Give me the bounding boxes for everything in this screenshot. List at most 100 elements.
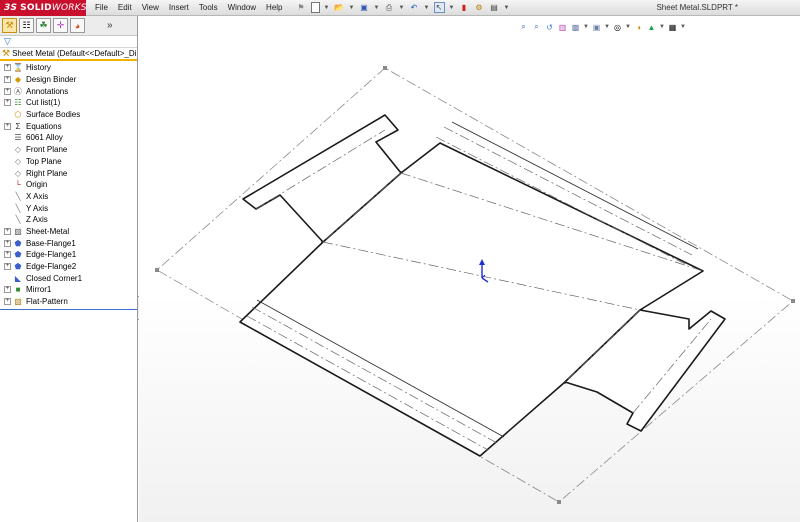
view-orientation-chevron-icon[interactable]: ▼ — [583, 22, 589, 33]
expand-icon[interactable]: + — [4, 87, 11, 95]
display-style-icon[interactable]: ▣ — [591, 22, 602, 33]
tree-item-material[interactable]: ☰ 6061 Alloy — [0, 132, 137, 144]
menu-bar: File Edit View Insert Tools Window Help — [90, 0, 288, 16]
material-icon: ☰ — [14, 133, 22, 143]
closed-corner-icon: ◣ — [14, 273, 22, 283]
title-bar: 3S SOLID WORKS File Edit View Insert Tools… — [0, 0, 800, 16]
tree-item-flat-pattern[interactable]: + ▧ Flat-Pattern — [0, 296, 137, 308]
tree-item-edge-flange2[interactable]: + ⬟ Edge-Flange2 — [0, 261, 137, 273]
annotations-icon: Ⓐ — [14, 86, 22, 96]
sketch-point — [791, 299, 795, 303]
feature-manager-tab-icon[interactable]: ⚒ — [2, 18, 17, 33]
hide-show-chevron-icon[interactable]: ▼ — [625, 22, 631, 33]
tree-item-annotations[interactable]: + Ⓐ Annotations — [0, 85, 137, 97]
plane-icon: ◇ — [14, 145, 22, 155]
tree-item-top-plane[interactable]: ◇ Top Plane — [0, 156, 137, 168]
base-flange-icon: ⬟ — [14, 238, 22, 248]
layout-icon[interactable]: ▤ — [489, 2, 500, 13]
previous-view-icon[interactable]: ↺ — [544, 22, 555, 33]
zoom-to-fit-icon[interactable]: ⌕ — [518, 22, 529, 33]
expand-icon[interactable]: + — [4, 251, 11, 259]
display-manager-tab-icon[interactable]: ◕ — [70, 18, 85, 33]
tree-item-y-axis[interactable]: ╲ Y Axis — [0, 202, 137, 214]
sheet-metal-icon: ▨ — [14, 226, 22, 236]
tree-item-edge-flange1[interactable]: + ⬟ Edge-Flange1 — [0, 249, 137, 261]
menu-window[interactable]: Window — [223, 0, 261, 16]
hide-show-icon[interactable]: ◎ — [612, 22, 623, 33]
undo-icon[interactable]: ↶ — [409, 2, 420, 13]
undo-dropdown-chevron-icon[interactable]: ▼ — [424, 2, 430, 13]
select-arrow-icon[interactable]: ↖ — [433, 2, 445, 13]
dimxpert-manager-tab-icon[interactable]: ✛ — [53, 18, 68, 33]
surface-bodies-icon: ⬠ — [14, 110, 22, 120]
view-settings-icon[interactable]: ▦ — [667, 22, 678, 33]
edge-flange-icon: ⬟ — [14, 250, 22, 260]
traffic-light-icon[interactable]: ▮ — [459, 2, 470, 13]
apply-scene-chevron-icon[interactable]: ▼ — [659, 22, 665, 33]
filter-icon[interactable]: ▽ — [4, 36, 11, 47]
tree-item-right-plane[interactable]: ◇ Right Plane — [0, 167, 137, 179]
tree-item-history[interactable]: + ⌛ History — [0, 62, 137, 74]
display-style-chevron-icon[interactable]: ▼ — [604, 22, 610, 33]
sketch-point — [155, 268, 159, 272]
view-settings-chevron-icon[interactable]: ▼ — [680, 22, 686, 33]
tree-item-cut-list[interactable]: + ☷ Cut list(1) — [0, 97, 137, 109]
menu-view[interactable]: View — [137, 0, 164, 16]
axis-icon: ╲ — [15, 191, 21, 201]
menu-edit[interactable]: Edit — [113, 0, 137, 16]
print-dropdown-chevron-icon[interactable]: ▼ — [399, 2, 405, 13]
new-document-icon[interactable] — [310, 2, 320, 13]
view-orientation-icon[interactable]: ▩ — [570, 22, 581, 33]
tree-item-x-axis[interactable]: ╲ X Axis — [0, 191, 137, 203]
tree-item-mirror1[interactable]: + ■ Mirror1 — [0, 284, 137, 296]
print-icon[interactable]: ⎙ — [384, 2, 395, 13]
tree-item-front-plane[interactable]: ◇ Front Plane — [0, 144, 137, 156]
design-binder-icon: ◆ — [14, 75, 22, 85]
graphics-area[interactable] — [139, 16, 800, 522]
tree-item-origin[interactable]: └ Origin — [0, 179, 137, 191]
expand-icon[interactable]: + — [4, 239, 11, 247]
expand-icon[interactable]: + — [4, 263, 11, 271]
open-dropdown-chevron-icon[interactable]: ▼ — [349, 2, 355, 13]
property-manager-tab-icon[interactable]: ☷ — [19, 18, 34, 33]
configuration-manager-tab-icon[interactable]: ☘ — [36, 18, 51, 33]
expand-icon[interactable]: + — [4, 64, 11, 72]
save-icon[interactable]: ▣ — [359, 2, 370, 13]
origin-icon: └ — [15, 180, 21, 190]
feature-tree: + ⌛ History + ◆ Design Binder + Ⓐ Annotations … — [0, 61, 137, 307]
expand-icon[interactable]: + — [4, 227, 11, 235]
options-icon[interactable]: ⚙ — [474, 2, 485, 13]
select-dropdown-chevron-icon[interactable]: ▼ — [449, 2, 455, 13]
expand-icon[interactable]: + — [4, 122, 11, 130]
apply-scene-icon[interactable]: ▲ — [646, 22, 657, 33]
save-dropdown-chevron-icon[interactable]: ▼ — [374, 2, 380, 13]
expand-icon[interactable]: + — [4, 286, 11, 294]
solidworks-logo[interactable]: 3S SOLID WORKS — [0, 0, 87, 16]
expand-icon[interactable]: + — [4, 76, 11, 84]
open-folder-icon[interactable]: 📂 — [334, 2, 345, 13]
expand-icon[interactable]: + — [4, 99, 11, 107]
edit-appearance-icon[interactable]: ◑ — [633, 22, 644, 33]
more-tabs-chevron-icon[interactable]: » — [107, 20, 113, 31]
tree-item-base-flange1[interactable]: + ⬟ Base-Flange1 — [0, 237, 137, 249]
sketch-point — [557, 500, 561, 504]
section-view-icon[interactable]: ▥ — [557, 22, 568, 33]
layout-dropdown-chevron-icon[interactable]: ▼ — [504, 2, 510, 13]
zoom-to-area-icon[interactable]: ⌕ — [531, 22, 542, 33]
tree-item-equations[interactable]: + Σ Equations — [0, 120, 137, 132]
expand-icon[interactable]: + — [4, 298, 11, 306]
flat-pattern-outline — [239, 114, 726, 457]
tree-item-sheet-metal[interactable]: + ▨ Sheet-Metal — [0, 226, 137, 238]
tree-item-surface-bodies[interactable]: ⬠ Surface Bodies — [0, 109, 137, 121]
new-dropdown-chevron-icon[interactable]: ▼ — [324, 2, 330, 13]
menu-file[interactable]: File — [90, 0, 113, 16]
tree-root-part[interactable]: ⚒ Sheet Metal (Default<<Default>_Di — [0, 48, 137, 61]
tree-item-design-binder[interactable]: + ◆ Design Binder — [0, 74, 137, 86]
tree-item-closed-corner1[interactable]: ◣ Closed Corner1 — [0, 272, 137, 284]
tree-item-z-axis[interactable]: ╲ Z Axis — [0, 214, 137, 226]
axis-icon: ╲ — [15, 203, 21, 213]
menu-insert[interactable]: Insert — [164, 0, 194, 16]
menu-tools[interactable]: Tools — [194, 0, 223, 16]
menu-help[interactable]: Help — [261, 0, 287, 16]
pin-icon[interactable]: ⚑ — [296, 2, 307, 13]
